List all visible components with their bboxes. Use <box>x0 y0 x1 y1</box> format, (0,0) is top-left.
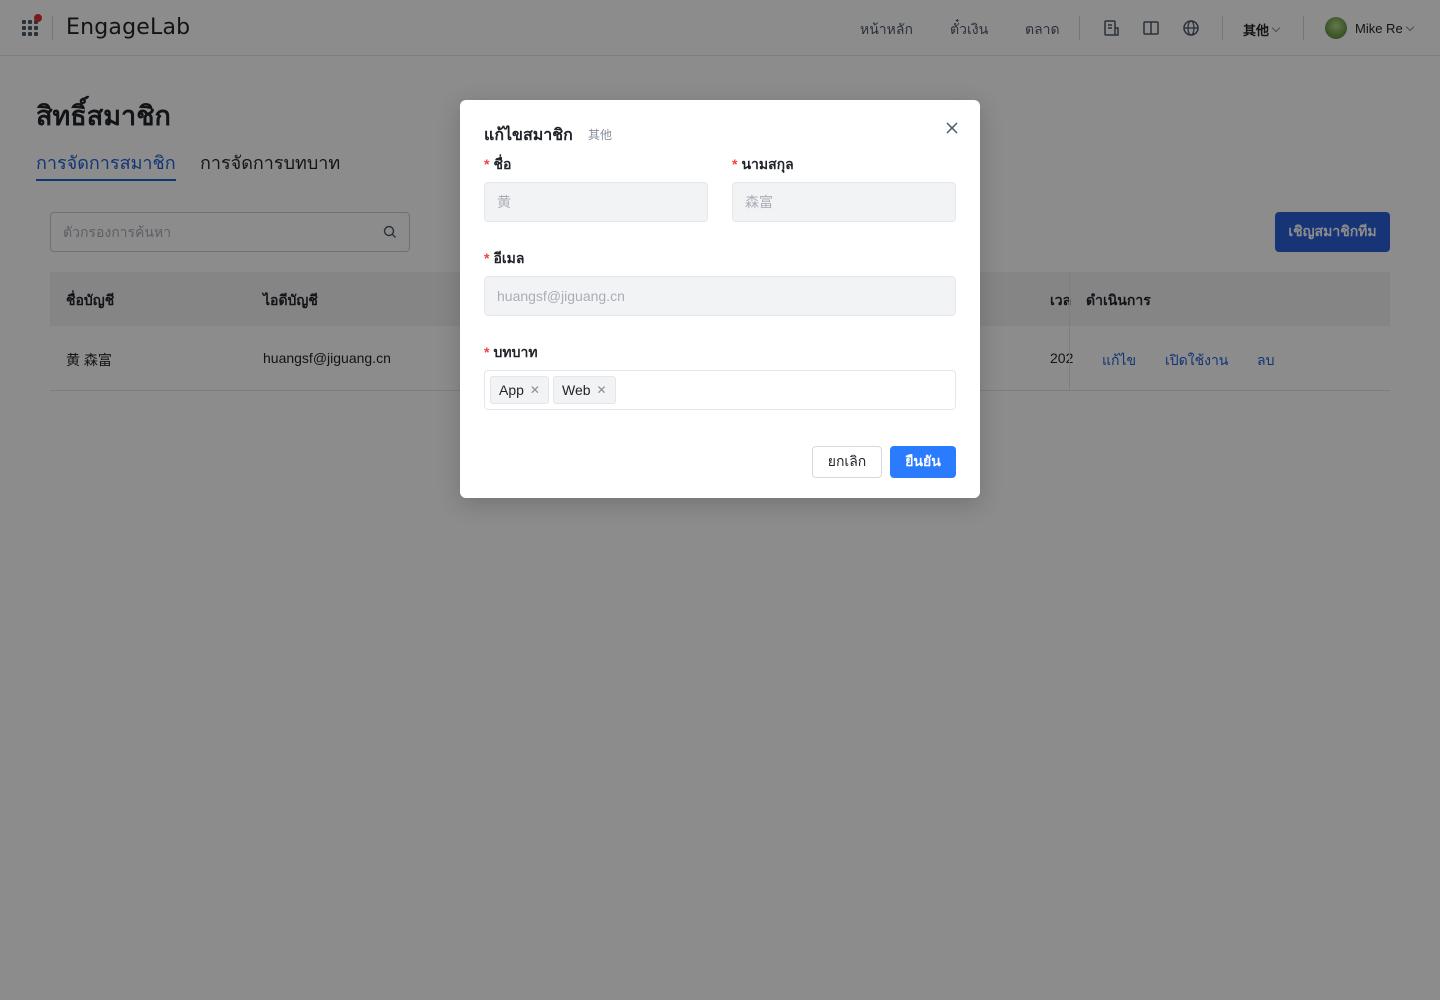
cancel-button[interactable]: ยกเลิก <box>812 446 882 478</box>
first-name-label: * ชื่อ <box>484 156 512 172</box>
remove-tag-icon[interactable]: ✕ <box>530 383 540 397</box>
first-name-field[interactable] <box>484 182 708 222</box>
required-marker: * <box>732 156 738 172</box>
remove-tag-icon[interactable]: ✕ <box>597 383 607 397</box>
role-tag-web: Web ✕ <box>552 376 616 404</box>
last-name-field[interactable] <box>732 182 956 222</box>
required-marker: * <box>484 344 490 360</box>
role-select[interactable]: App ✕ Web ✕ <box>484 370 956 410</box>
email-label: * อีเมล <box>484 250 525 266</box>
role-tag-app: App ✕ <box>490 376 549 404</box>
required-marker: * <box>484 156 490 172</box>
email-field[interactable] <box>484 276 956 316</box>
dialog-subtitle: 其他 <box>588 128 613 142</box>
dialog-title: แก้ไขสมาชิก <box>484 127 573 144</box>
role-label: * บทบาท <box>484 344 538 360</box>
last-name-label: * นามสกุล <box>732 156 794 172</box>
required-marker: * <box>484 250 490 266</box>
confirm-button[interactable]: ยืนยัน <box>890 446 956 478</box>
close-icon[interactable] <box>944 120 960 136</box>
edit-member-dialog: แก้ไขสมาชิก 其他 *ชื่อ *นามสกุล *อีเมล *บท… <box>460 100 980 498</box>
